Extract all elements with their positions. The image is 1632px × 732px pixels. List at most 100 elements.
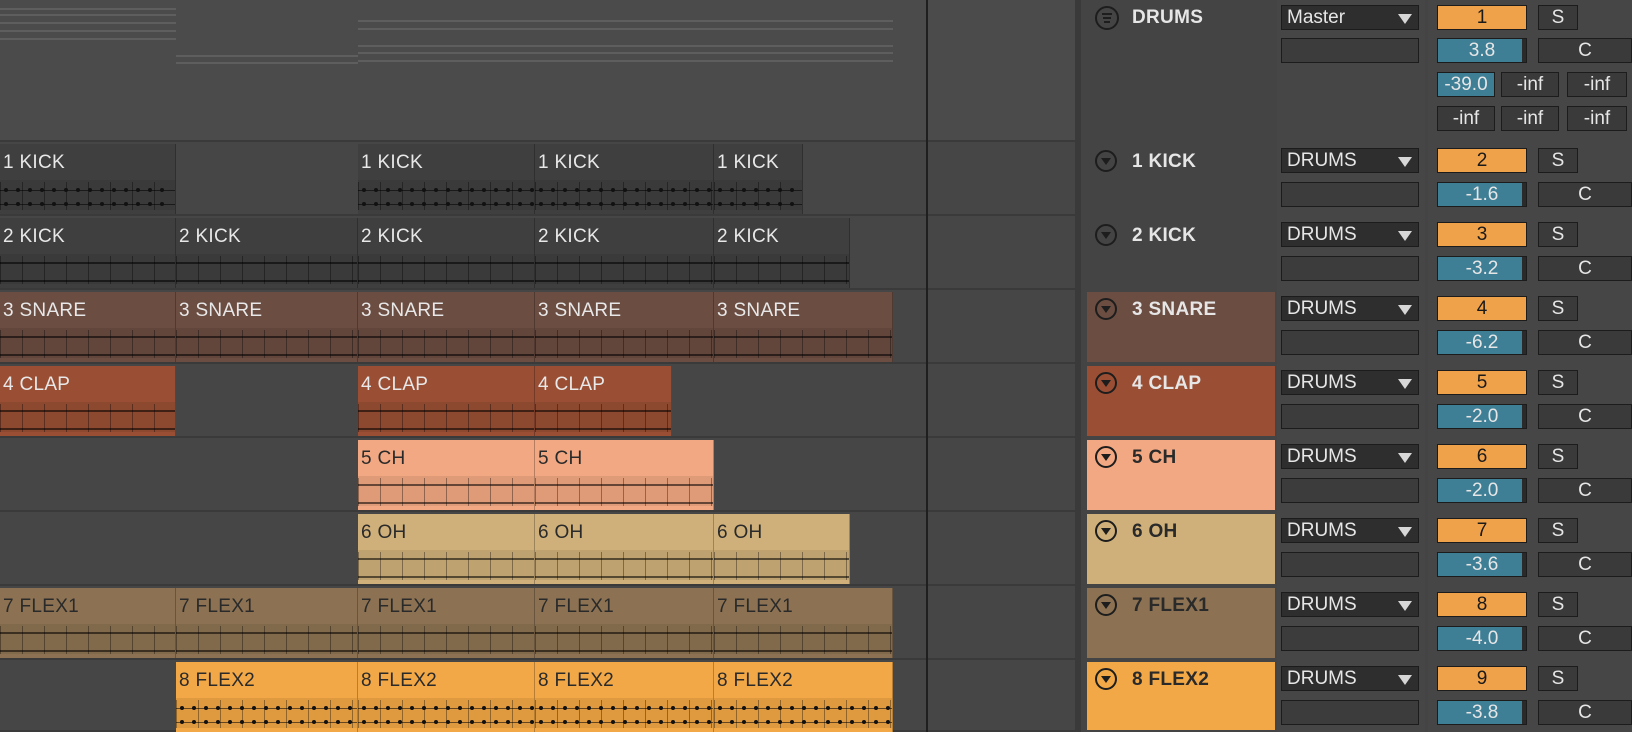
- group-meter-5[interactable]: -inf: [1501, 106, 1559, 131]
- solo-button[interactable]: S: [1538, 222, 1578, 247]
- output-routing-dropdown[interactable]: DRUMS: [1281, 444, 1419, 469]
- output-routing-dropdown[interactable]: DRUMS: [1281, 296, 1419, 321]
- arrangement-view[interactable]: 1 KICK 1 KICK 1 KICK 1 KICK 2 KICK 2 KICK 2 KI…: [0, 0, 1075, 732]
- volume-slider[interactable]: -3.8: [1437, 700, 1527, 725]
- clip-flex1[interactable]: 7 FLEX1: [714, 588, 893, 658]
- fold-icon[interactable]: [1095, 150, 1117, 172]
- track-activator-button[interactable]: 3: [1437, 222, 1527, 247]
- track-activator-button[interactable]: 2: [1437, 148, 1527, 173]
- arrangement-divider[interactable]: [1075, 0, 1081, 732]
- volume-slider[interactable]: -1.6: [1437, 182, 1527, 207]
- output-routing-dropdown[interactable]: DRUMS: [1281, 666, 1419, 691]
- volume-slider[interactable]: -3.2: [1437, 256, 1527, 281]
- clip-flex2[interactable]: 8 FLEX2: [535, 662, 714, 732]
- output-channel-field[interactable]: [1281, 256, 1419, 281]
- group-meter-6[interactable]: -inf: [1567, 106, 1627, 131]
- track-activator-button[interactable]: 6: [1437, 444, 1527, 469]
- output-channel-field[interactable]: [1281, 626, 1419, 651]
- track-header-5-ch[interactable]: 5 CH: [1087, 440, 1275, 510]
- track-activator-button[interactable]: 8: [1437, 592, 1527, 617]
- group-meter-4[interactable]: -inf: [1437, 106, 1495, 131]
- clip-kick1[interactable]: 1 KICK: [535, 144, 714, 214]
- volume-slider[interactable]: -4.0: [1437, 626, 1527, 651]
- pan-knob[interactable]: C: [1538, 700, 1632, 725]
- clip-clap[interactable]: 4 CLAP: [358, 366, 535, 436]
- clip-clap[interactable]: 4 CLAP: [535, 366, 672, 436]
- solo-button[interactable]: S: [1538, 592, 1578, 617]
- loop-end-marker[interactable]: [926, 0, 928, 732]
- group-solo-button[interactable]: S: [1538, 5, 1578, 30]
- track-header-3-snare[interactable]: 3 SNARE: [1087, 292, 1275, 362]
- track-header-1-kick[interactable]: 1 KICK: [1087, 144, 1275, 214]
- track-activator-button[interactable]: 4: [1437, 296, 1527, 321]
- group-meter-3[interactable]: -inf: [1567, 72, 1627, 97]
- clip-snare[interactable]: 3 SNARE: [0, 292, 176, 362]
- output-channel-field[interactable]: [1281, 404, 1419, 429]
- group-track-header[interactable]: DRUMS: [1087, 0, 1275, 142]
- pan-knob[interactable]: C: [1538, 626, 1632, 651]
- fold-icon[interactable]: [1095, 372, 1117, 394]
- clip-kick2[interactable]: 2 KICK: [358, 218, 535, 288]
- clip-flex1[interactable]: 7 FLEX1: [0, 588, 176, 658]
- fold-icon[interactable]: [1095, 520, 1117, 542]
- pan-knob[interactable]: C: [1538, 552, 1632, 577]
- group-volume-slider[interactable]: 3.8: [1437, 38, 1527, 63]
- clip-oh[interactable]: 6 OH: [714, 514, 850, 584]
- clip-flex1[interactable]: 7 FLEX1: [176, 588, 358, 658]
- pan-knob[interactable]: C: [1538, 256, 1632, 281]
- clip-kick2[interactable]: 2 KICK: [176, 218, 358, 288]
- clip-snare[interactable]: 3 SNARE: [358, 292, 535, 362]
- clip-oh[interactable]: 6 OH: [535, 514, 714, 584]
- track-header-8-flex2[interactable]: 8 FLEX2: [1087, 662, 1275, 730]
- group-output-dropdown[interactable]: Master: [1281, 5, 1419, 30]
- pan-knob[interactable]: C: [1538, 330, 1632, 355]
- output-routing-dropdown[interactable]: DRUMS: [1281, 370, 1419, 395]
- output-routing-dropdown[interactable]: DRUMS: [1281, 148, 1419, 173]
- output-routing-dropdown[interactable]: DRUMS: [1281, 222, 1419, 247]
- clip-oh[interactable]: 6 OH: [358, 514, 535, 584]
- fold-icon[interactable]: [1095, 224, 1117, 246]
- clip-ch[interactable]: 5 CH: [358, 440, 535, 510]
- clip-snare[interactable]: 3 SNARE: [714, 292, 893, 362]
- solo-button[interactable]: S: [1538, 148, 1578, 173]
- track-header-7-flex1[interactable]: 7 FLEX1: [1087, 588, 1275, 658]
- pan-knob[interactable]: C: [1538, 478, 1632, 503]
- solo-button[interactable]: S: [1538, 518, 1578, 543]
- output-routing-dropdown[interactable]: DRUMS: [1281, 518, 1419, 543]
- track-header-6-oh[interactable]: 6 OH: [1087, 514, 1275, 584]
- output-channel-field[interactable]: [1281, 182, 1419, 207]
- fold-icon[interactable]: [1095, 594, 1117, 616]
- clip-kick1[interactable]: 1 KICK: [358, 144, 535, 214]
- group-peak-meter[interactable]: -39.0: [1437, 72, 1495, 97]
- pan-knob[interactable]: C: [1538, 182, 1632, 207]
- clip-kick1[interactable]: 1 KICK: [0, 144, 176, 214]
- output-channel-field[interactable]: [1281, 330, 1419, 355]
- group-output-channel[interactable]: [1281, 38, 1419, 63]
- clip-clap[interactable]: 4 CLAP: [0, 366, 176, 436]
- group-meter-2[interactable]: -inf: [1501, 72, 1559, 97]
- track-activator-button[interactable]: 9: [1437, 666, 1527, 691]
- clip-ch[interactable]: 5 CH: [535, 440, 714, 510]
- fold-icon[interactable]: [1095, 298, 1117, 320]
- track-activator-button[interactable]: 5: [1437, 370, 1527, 395]
- clip-flex2[interactable]: 8 FLEX2: [176, 662, 358, 732]
- group-fold-icon[interactable]: [1095, 6, 1119, 30]
- clip-flex2[interactable]: 8 FLEX2: [714, 662, 893, 732]
- fold-icon[interactable]: [1095, 446, 1117, 468]
- clip-kick2[interactable]: 2 KICK: [535, 218, 714, 288]
- fold-icon[interactable]: [1095, 668, 1117, 690]
- output-routing-dropdown[interactable]: DRUMS: [1281, 592, 1419, 617]
- clip-snare[interactable]: 3 SNARE: [176, 292, 358, 362]
- clip-kick2[interactable]: 2 KICK: [0, 218, 176, 288]
- clip-flex2[interactable]: 8 FLEX2: [358, 662, 535, 732]
- clip-snare[interactable]: 3 SNARE: [535, 292, 714, 362]
- clip-flex1[interactable]: 7 FLEX1: [535, 588, 714, 658]
- volume-slider[interactable]: -3.6: [1437, 552, 1527, 577]
- group-pan-knob[interactable]: C: [1538, 38, 1632, 63]
- solo-button[interactable]: S: [1538, 296, 1578, 321]
- group-activator-button[interactable]: 1: [1437, 5, 1527, 30]
- track-activator-button[interactable]: 7: [1437, 518, 1527, 543]
- volume-slider[interactable]: -2.0: [1437, 404, 1527, 429]
- clip-kick1[interactable]: 1 KICK: [714, 144, 803, 214]
- track-header-4-clap[interactable]: 4 CLAP: [1087, 366, 1275, 436]
